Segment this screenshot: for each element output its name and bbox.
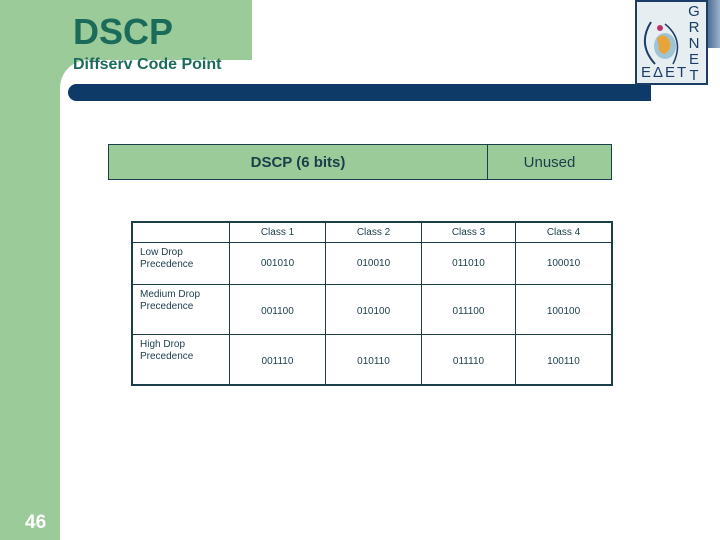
table-cell: 011010 [421, 242, 516, 285]
grnet-logo: G R N E T ΕΔΕΤ [635, 0, 708, 85]
column-header: Class 2 [325, 221, 422, 243]
table-cell: 010010 [325, 242, 422, 285]
table-row: Low Drop Precedence 001010 010010 011010 … [131, 242, 613, 285]
table-cell: 011110 [421, 334, 516, 386]
row-header: Medium Drop Precedence [131, 284, 230, 335]
row-header-line: Medium Drop [140, 289, 201, 300]
unused-segment: Unused [523, 153, 576, 171]
slide-subtitle: Diffserv Code Point [73, 56, 222, 73]
logo-letter: T [689, 67, 699, 84]
table-cell: 001010 [229, 242, 326, 285]
dscp-field-diagram: DSCP (6 bits) Unused [108, 144, 612, 180]
table-cell: 010110 [325, 334, 422, 386]
row-header-line: Precedence [140, 259, 194, 270]
table-row: High Drop Precedence 001110 010110 011110… [131, 334, 613, 386]
table-cell: 001110 [229, 334, 326, 386]
logo-shadow [708, 0, 720, 48]
row-header-line: High Drop [140, 339, 186, 350]
table-cell: 100100 [515, 284, 613, 335]
table-cell: 001100 [229, 284, 326, 335]
title-underline-bar [68, 84, 651, 101]
table-cell: 100110 [515, 334, 613, 386]
table-header-row: Class 1 Class 2 Class 3 Class 4 [131, 221, 613, 243]
row-header: High Drop Precedence [131, 334, 230, 386]
logo-letter: E [688, 51, 699, 68]
table-row: Medium Drop Precedence 001100 010100 0111… [131, 284, 613, 335]
table-cell: 010100 [325, 284, 422, 335]
globe-icon [644, 21, 679, 65]
slide-title: DSCP [73, 11, 174, 52]
slide-number: 46 [25, 512, 47, 533]
table-cell: 100010 [515, 242, 613, 285]
column-header: Class 3 [421, 221, 516, 243]
table-corner-cell [131, 221, 230, 243]
left-decorative-band [0, 0, 60, 540]
row-header-line: Precedence [140, 301, 194, 312]
row-header: Low Drop Precedence [131, 242, 230, 285]
dscp-class-table: Class 1 Class 2 Class 3 Class 4 Low Drop… [131, 221, 613, 386]
row-header-line: Precedence [140, 351, 194, 362]
dscp-bits-segment: DSCP (6 bits) [109, 145, 488, 179]
logo-letter: G [688, 3, 700, 20]
logo-greek-text: ΕΔΕΤ [641, 64, 689, 81]
column-header: Class 4 [515, 221, 613, 243]
column-header: Class 1 [229, 221, 326, 243]
logo-letter: N [688, 35, 700, 52]
row-header-line: Low Drop [140, 247, 183, 258]
table-cell: 011100 [421, 284, 516, 335]
logo-letter: R [688, 19, 700, 36]
logo-letters-vertical: G R N E T [686, 4, 702, 84]
